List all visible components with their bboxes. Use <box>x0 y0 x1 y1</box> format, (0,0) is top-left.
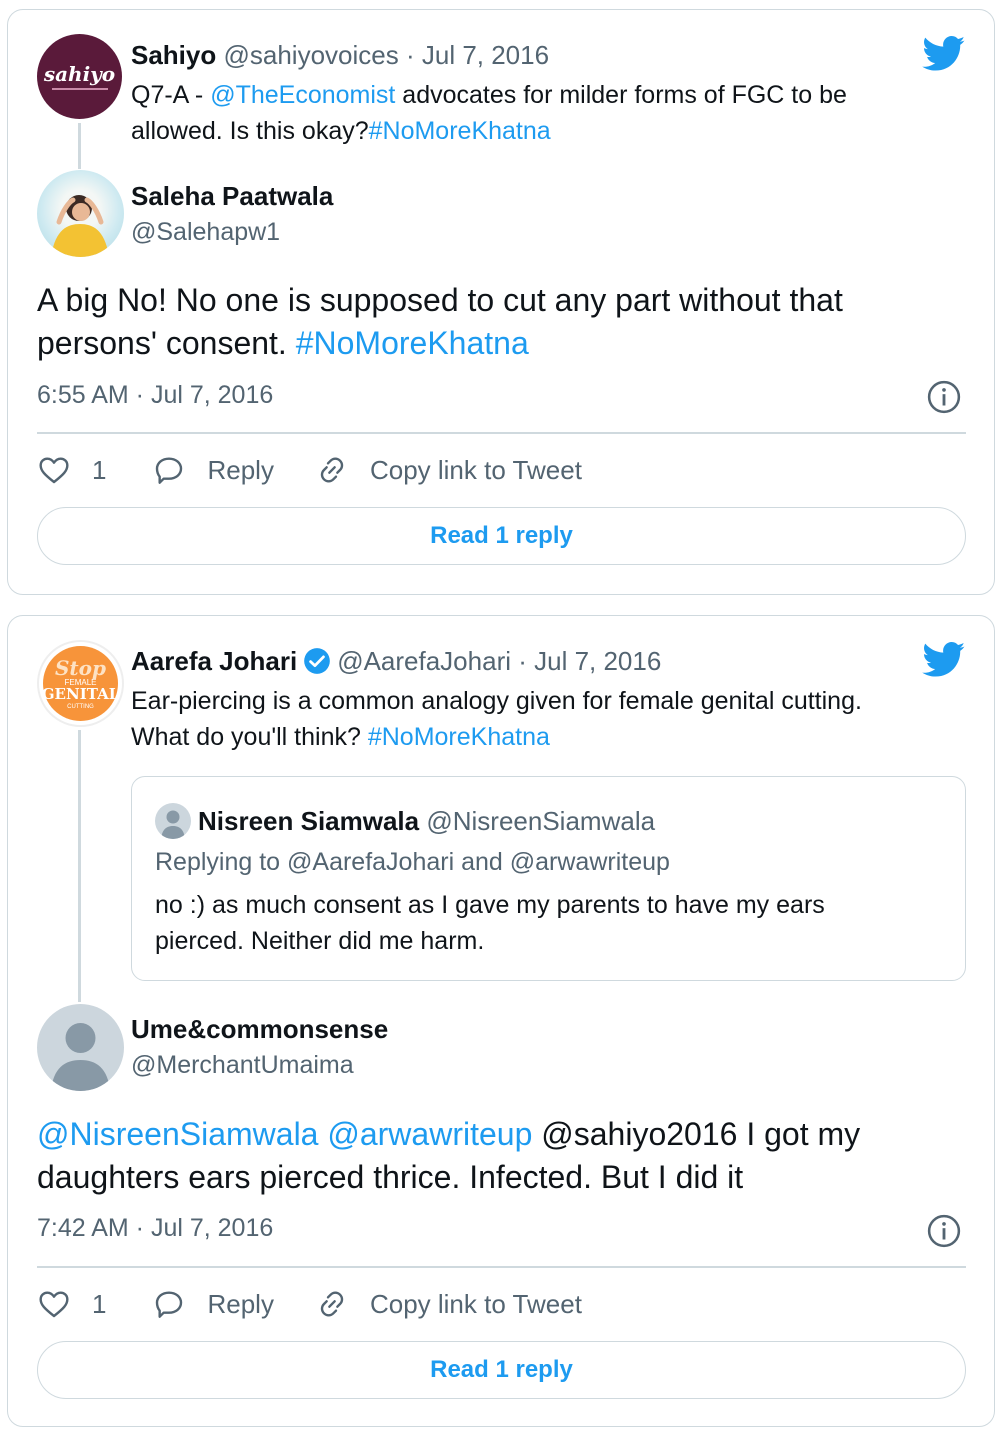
reply-icon <box>156 457 183 484</box>
tweet-header: Sahiyo @sahiyovoices · Jul 7, 2016 <box>131 37 549 73</box>
twitter-bird-icon[interactable] <box>922 36 966 72</box>
quoted-tweet[interactable]: Nisreen Siamwala @NisreenSiamwala Replyi… <box>131 776 966 981</box>
author-name[interactable]: Saleha Paatwala <box>131 178 333 214</box>
mention-link[interactable]: @TheEconomist <box>210 81 395 109</box>
author-name[interactable]: Sahiyo <box>131 40 216 70</box>
tweet-header: Aarefa Johari @AarefaJohari · Jul 7, 201… <box>131 643 661 679</box>
default-profile-icon <box>51 1023 110 1091</box>
avatar[interactable] <box>37 170 124 257</box>
avatar-logo-text: CUTTING <box>67 703 94 710</box>
avatar-photo <box>51 195 109 257</box>
reply-icon <box>156 1291 183 1318</box>
hashtag-link[interactable]: #NoMoreKhatna <box>296 325 529 361</box>
tweet-date[interactable]: Jul 7, 2016 <box>422 40 549 70</box>
like-button[interactable]: 1 <box>38 454 106 486</box>
author-name[interactable]: Ume&commonsense <box>131 1011 388 1047</box>
info-icon[interactable] <box>927 380 961 414</box>
link-icon <box>320 457 344 483</box>
avatar[interactable] <box>37 1004 124 1091</box>
heart-icon <box>39 457 69 484</box>
mention-link[interactable]: @arwawriteup <box>327 1116 532 1152</box>
avatar-logo-rule <box>51 88 108 90</box>
copy-link-label: Copy link to Tweet <box>369 1288 582 1319</box>
thread-line <box>78 730 81 1002</box>
tweet-card: Stop FEMALE GENITAL CUTTING Aarefa Johar… <box>7 615 995 1427</box>
avatar-logo-text: sahiyo <box>43 62 116 86</box>
tweet-text: Q7-A - @TheEconomist advocates for milde… <box>131 77 951 149</box>
reply-text: @NisreenSiamwala @arwawriteup @sahiyo201… <box>37 1113 977 1199</box>
avatar-logo-text: Stop <box>54 655 106 680</box>
avatar-logo-text: GENITAL <box>41 684 120 703</box>
hashtag-link[interactable]: #NoMoreKhatna <box>368 723 550 751</box>
author-handle[interactable]: @AarefaJohari <box>337 643 511 679</box>
tweet-date[interactable]: Jul 7, 2016 <box>534 643 661 679</box>
tweet-text-line: Ear-piercing is a common analogy given f… <box>131 687 862 715</box>
tweet-timestamp[interactable]: 6:55 AM · Jul 7, 2016 <box>37 381 273 410</box>
like-count: 1 <box>92 454 107 485</box>
dot-separator: · <box>511 646 535 676</box>
tweet-text-part: Q7-A - <box>131 81 211 109</box>
thread-line <box>78 123 81 169</box>
like-button[interactable]: 1 <box>38 1288 106 1320</box>
tweet-timestamp[interactable]: 7:42 AM · Jul 7, 2016 <box>37 1214 273 1243</box>
reply-label: Reply <box>207 454 274 485</box>
divider <box>37 432 966 434</box>
author-name: Nisreen Siamwala <box>198 806 420 836</box>
tweet-text-part: What do you'll think? <box>131 723 368 751</box>
author-handle[interactable]: @sahiyovoices <box>223 40 398 70</box>
dot-separator: · <box>405 40 422 70</box>
verified-badge-icon <box>304 648 331 674</box>
heart-icon <box>39 1291 69 1318</box>
reply-text-part: persons' consent. <box>37 325 296 361</box>
reply-text-part: @sahiyo2016 I got my <box>532 1116 861 1152</box>
author-name[interactable]: Aarefa Johari <box>131 643 297 679</box>
like-count: 1 <box>92 1288 107 1319</box>
twitter-bird-icon[interactable] <box>922 642 966 678</box>
reply-author: Ume&commonsense @MerchantUmaima <box>131 1011 388 1083</box>
tweet-text-part: allowed. Is this okay? <box>131 117 369 145</box>
quoted-text-line: no :) as much consent as I gave my paren… <box>155 891 825 919</box>
copy-link-label: Copy link to Tweet <box>369 454 582 485</box>
tweet-card: sahiyo Sahiyo @sahiyovoices · Jul 7, 201… <box>7 9 995 595</box>
avatar[interactable]: sahiyo <box>37 34 122 119</box>
avatar-logo: Stop FEMALE GENITAL CUTTING <box>41 646 120 721</box>
divider <box>37 1266 966 1268</box>
mention-link[interactable]: @NisreenSiamwala <box>37 1116 318 1152</box>
avatar[interactable]: Stop FEMALE GENITAL CUTTING <box>37 640 124 727</box>
info-icon[interactable] <box>927 1214 961 1248</box>
tweet-text: Ear-piercing is a common analogy given f… <box>131 683 971 755</box>
quoted-header: Nisreen Siamwala @NisreenSiamwala <box>198 803 655 839</box>
tweet-text-part: advocates for milder forms of FGC to be <box>395 81 847 109</box>
reply-author: Saleha Paatwala @Salehapw1 <box>131 178 333 250</box>
read-replies-button[interactable]: Read 1 reply <box>37 1341 966 1399</box>
quoted-text-line: pierced. Neither did me harm. <box>155 927 485 955</box>
reply-text: A big No! No one is supposed to cut any … <box>37 279 977 365</box>
reply-label: Reply <box>207 1288 274 1319</box>
author-handle[interactable]: @Salehapw1 <box>131 214 333 250</box>
author-handle[interactable]: @MerchantUmaima <box>131 1047 388 1083</box>
action-bar: 1 Reply Copy link to Tweet <box>38 1288 582 1320</box>
reply-button[interactable]: Reply <box>153 454 274 486</box>
read-replies-button[interactable]: Read 1 reply <box>37 507 966 565</box>
replying-to: Replying to @AarefaJohari and @arwawrite… <box>155 848 670 876</box>
avatar <box>155 803 191 839</box>
reply-button[interactable]: Reply <box>153 1288 274 1320</box>
quoted-text: no :) as much consent as I gave my paren… <box>155 887 955 959</box>
author-handle: @NisreenSiamwala <box>426 806 656 836</box>
link-icon <box>320 1291 344 1317</box>
reply-text-line: daughters ears pierced thrice. Infected.… <box>37 1159 744 1195</box>
hashtag-link[interactable]: #NoMoreKhatna <box>369 117 551 145</box>
action-bar: 1 Reply Copy link to Tweet <box>38 454 582 486</box>
copy-link-button[interactable]: Copy link to Tweet <box>316 1288 582 1320</box>
copy-link-button[interactable]: Copy link to Tweet <box>316 454 582 486</box>
default-profile-icon <box>161 810 185 839</box>
reply-text-line: A big No! No one is supposed to cut any … <box>37 282 843 318</box>
